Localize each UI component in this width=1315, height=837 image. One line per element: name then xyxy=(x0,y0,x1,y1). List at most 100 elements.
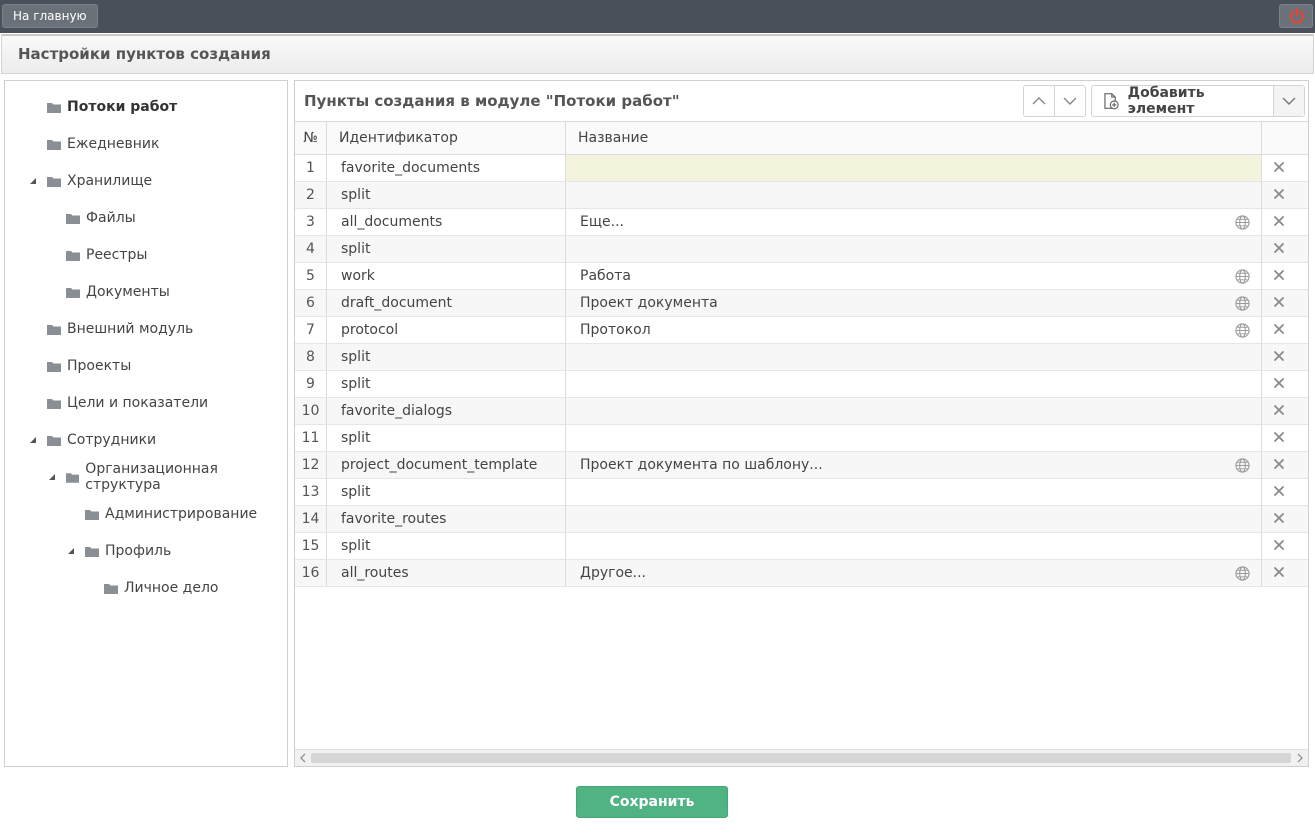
table-row[interactable]: 15 split xyxy=(295,533,1308,560)
name-cell-editor[interactable] xyxy=(566,371,1261,397)
tree-item[interactable]: Администрирование xyxy=(85,503,257,525)
globe-icon[interactable] xyxy=(1235,296,1250,315)
row-name[interactable]: Еще... xyxy=(580,209,624,235)
delete-icon[interactable] xyxy=(1273,485,1285,501)
row-name[interactable]: Проект документа по шаблону... xyxy=(580,452,823,478)
name-cell-editor[interactable] xyxy=(566,560,1261,586)
delete-icon[interactable] xyxy=(1273,512,1285,528)
name-cell-editor[interactable] xyxy=(566,209,1261,235)
row-identifier: split xyxy=(341,349,371,365)
power-button[interactable] xyxy=(1279,4,1313,28)
move-down-button[interactable] xyxy=(1054,86,1085,116)
folder-icon xyxy=(47,176,61,187)
table-row[interactable]: 10 favorite_dialogs xyxy=(295,398,1308,425)
name-cell-editor[interactable] xyxy=(566,155,1261,181)
tree-item[interactable]: Ежедневник xyxy=(47,133,159,155)
row-name[interactable]: Протокол xyxy=(580,317,651,343)
tree-item[interactable]: Личное дело xyxy=(104,577,219,599)
name-cell-editor[interactable] xyxy=(566,236,1261,262)
table-row[interactable]: 4 split xyxy=(295,236,1308,263)
row-identifier: split xyxy=(341,538,371,554)
tree-item[interactable]: Сотрудники xyxy=(30,429,156,451)
scroll-right-icon[interactable] xyxy=(1295,753,1305,763)
table-row[interactable]: 9 split xyxy=(295,371,1308,398)
column-header-name[interactable]: Название xyxy=(578,122,648,154)
tree-item-label: Потоки работ xyxy=(67,99,178,115)
table-row[interactable]: 14 favorite_routes xyxy=(295,506,1308,533)
delete-icon[interactable] xyxy=(1273,215,1285,231)
tree-item[interactable]: Внешний модуль xyxy=(47,318,193,340)
globe-icon[interactable] xyxy=(1235,215,1250,234)
power-icon xyxy=(1289,8,1305,24)
expanded-triangle-icon[interactable] xyxy=(67,547,75,555)
expanded-triangle-icon[interactable] xyxy=(29,177,37,185)
name-cell-editor[interactable] xyxy=(566,182,1261,208)
delete-icon[interactable] xyxy=(1273,377,1285,393)
delete-icon[interactable] xyxy=(1273,458,1285,474)
delete-icon[interactable] xyxy=(1273,404,1285,420)
delete-icon[interactable] xyxy=(1273,161,1285,177)
delete-icon[interactable] xyxy=(1273,323,1285,339)
tree-item[interactable]: Документы xyxy=(66,281,170,303)
scroll-left-icon[interactable] xyxy=(298,753,308,763)
globe-icon[interactable] xyxy=(1235,323,1250,342)
name-cell-editor[interactable] xyxy=(566,344,1261,370)
expanded-triangle-icon[interactable] xyxy=(29,436,37,444)
name-cell-editor[interactable] xyxy=(566,317,1261,343)
delete-icon[interactable] xyxy=(1273,269,1285,285)
delete-icon[interactable] xyxy=(1273,296,1285,312)
folder-icon xyxy=(47,435,61,446)
move-up-button[interactable] xyxy=(1024,86,1054,116)
tree-item[interactable]: Организационная структура xyxy=(49,461,287,493)
row-name[interactable]: Работа xyxy=(580,263,631,289)
tree-item[interactable]: Цели и показатели xyxy=(47,392,208,414)
tree-item-label: Файлы xyxy=(86,210,136,226)
delete-icon[interactable] xyxy=(1273,431,1285,447)
delete-icon[interactable] xyxy=(1273,188,1285,204)
tree-item-label: Цели и показатели xyxy=(67,395,209,411)
name-cell-editor[interactable] xyxy=(566,533,1261,559)
delete-icon[interactable] xyxy=(1273,350,1285,366)
table-row[interactable]: 2 split xyxy=(295,182,1308,209)
table-row[interactable]: 13 split xyxy=(295,479,1308,506)
expanded-triangle-icon[interactable] xyxy=(48,473,56,481)
save-button[interactable]: Сохранить xyxy=(576,786,728,818)
table-row[interactable]: 11 split xyxy=(295,425,1308,452)
row-name[interactable]: Другое... xyxy=(580,560,646,586)
scrollbar-thumb[interactable] xyxy=(311,753,1291,763)
table-row[interactable]: 3 all_documents Еще... xyxy=(295,209,1308,236)
home-button[interactable]: На главную xyxy=(2,4,98,28)
table-row[interactable]: 5 work Работа xyxy=(295,263,1308,290)
table-row[interactable]: 1 favorite_documents xyxy=(295,155,1308,182)
name-cell-editor[interactable] xyxy=(566,263,1261,289)
delete-icon[interactable] xyxy=(1273,242,1285,258)
horizontal-scrollbar[interactable] xyxy=(295,749,1308,766)
folder-icon xyxy=(66,287,80,298)
globe-icon[interactable] xyxy=(1235,458,1250,477)
add-element-label: Добавить элемент xyxy=(1127,85,1205,117)
globe-icon[interactable] xyxy=(1235,566,1250,585)
column-header-num[interactable]: № xyxy=(295,122,326,154)
tree-item[interactable]: Потоки работ xyxy=(47,96,177,118)
name-cell-editor[interactable] xyxy=(566,506,1261,532)
tree-item[interactable]: Хранилище xyxy=(30,170,152,192)
globe-icon[interactable] xyxy=(1235,269,1250,288)
column-header-id[interactable]: Идентификатор xyxy=(339,122,458,154)
name-cell-editor[interactable] xyxy=(566,398,1261,424)
table-row[interactable]: 8 split xyxy=(295,344,1308,371)
add-element-dropdown[interactable] xyxy=(1273,86,1304,116)
tree-item[interactable]: Профиль xyxy=(68,540,171,562)
name-cell-editor[interactable] xyxy=(566,479,1261,505)
add-element-button[interactable]: Добавить элемент xyxy=(1092,85,1273,117)
delete-icon[interactable] xyxy=(1273,539,1285,555)
name-cell-editor[interactable] xyxy=(566,425,1261,451)
delete-icon[interactable] xyxy=(1273,566,1285,582)
table-row[interactable]: 7 protocol Протокол xyxy=(295,317,1308,344)
table-row[interactable]: 16 all_routes Другое... xyxy=(295,560,1308,587)
tree-item[interactable]: Проекты xyxy=(47,355,131,377)
tree-item[interactable]: Реестры xyxy=(66,244,147,266)
table-row[interactable]: 6 draft_document Проект документа xyxy=(295,290,1308,317)
table-row[interactable]: 12 project_document_template Проект докуме… xyxy=(295,452,1308,479)
row-name[interactable]: Проект документа xyxy=(580,290,718,316)
tree-item[interactable]: Файлы xyxy=(66,207,136,229)
